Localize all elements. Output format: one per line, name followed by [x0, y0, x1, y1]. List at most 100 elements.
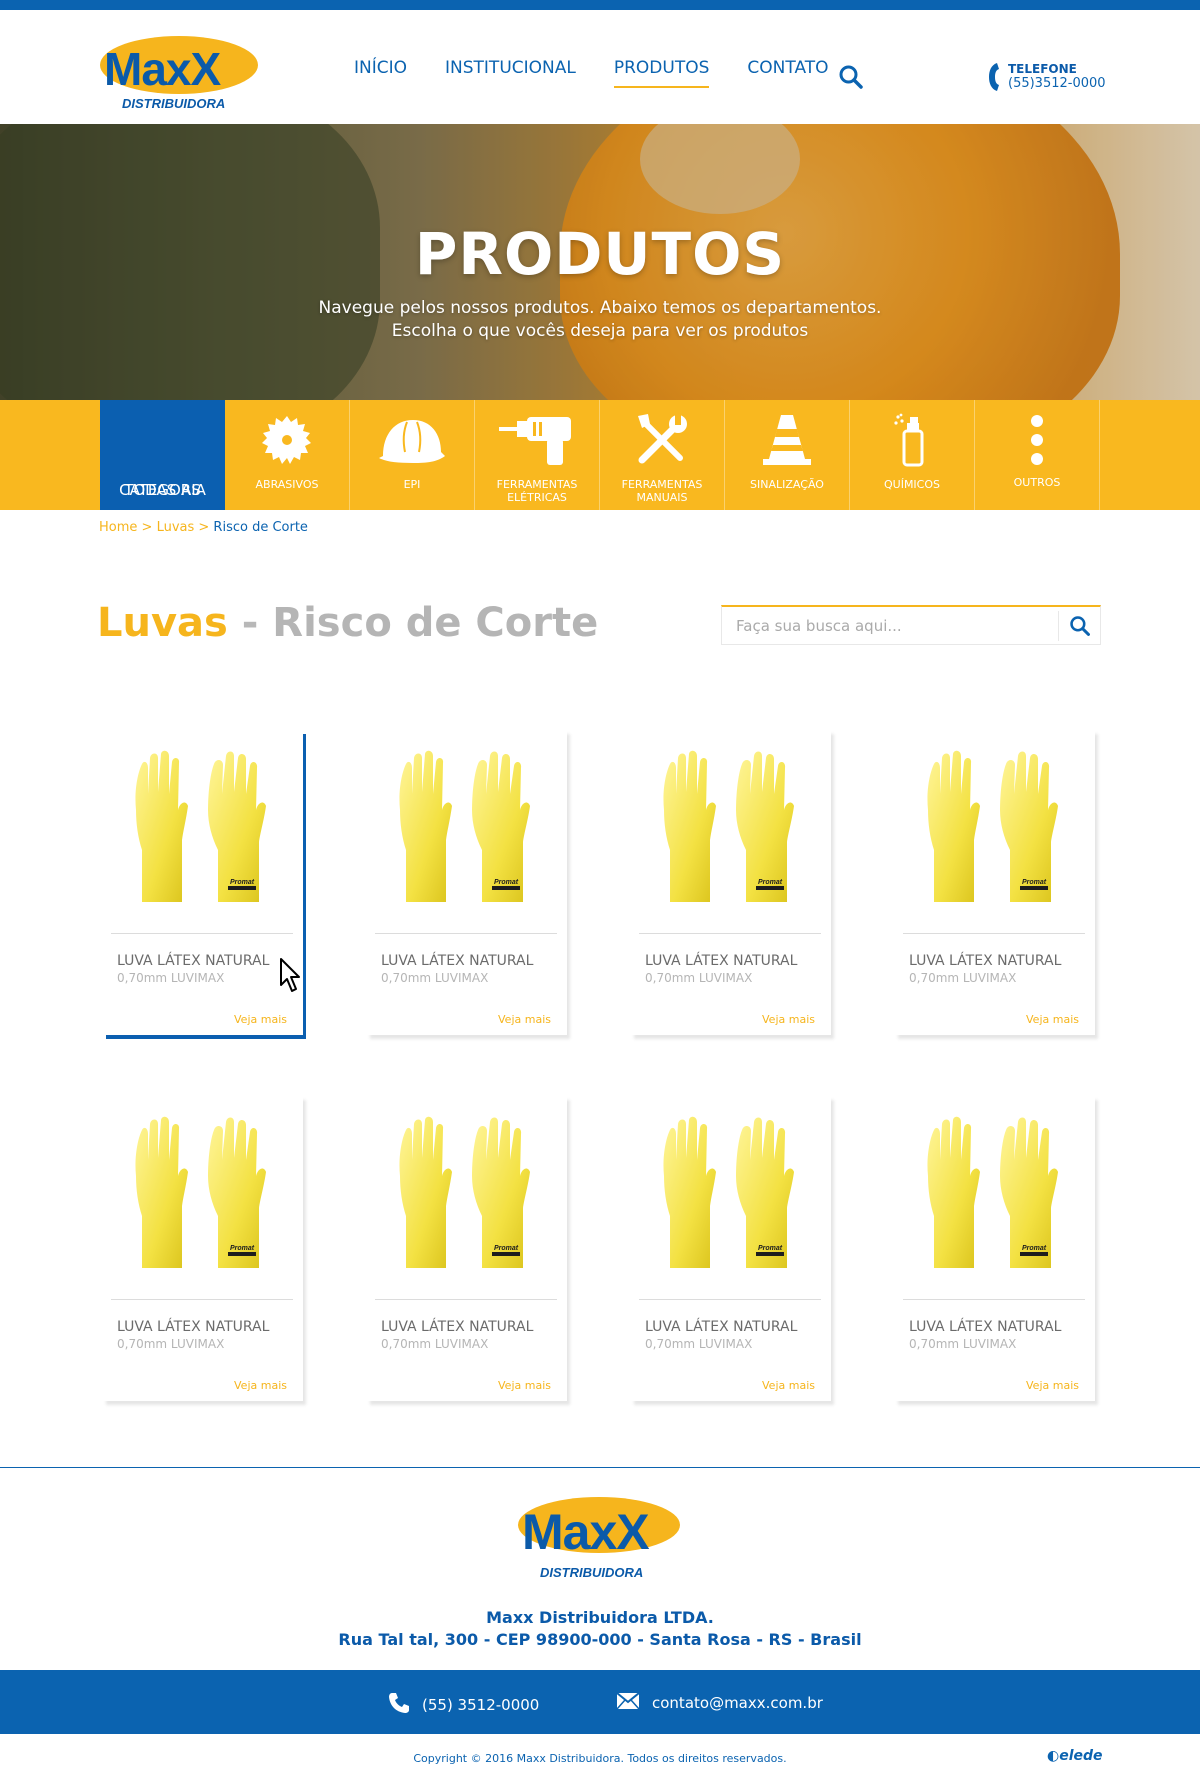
- product-image[interactable]: Promat: [392, 750, 537, 908]
- product-spec: 0,70mm LUVIMAX: [645, 971, 753, 985]
- footer-phone[interactable]: (55) 3512-0000: [388, 1692, 539, 1718]
- copyright: Copyright © 2016 Maxx Distribuidora. Tod…: [413, 1752, 787, 1765]
- product-image[interactable]: Promat: [392, 1116, 537, 1274]
- nav-item-inicio[interactable]: INÍCIO: [354, 58, 407, 86]
- see-more-link[interactable]: Veja mais: [1026, 1013, 1079, 1026]
- category-sinalizacao[interactable]: SINALIZAÇÃO: [725, 400, 850, 510]
- product-card[interactable]: Promat LUVA LÁTEX NATURAL 0,70mm LUVIMAX V…: [631, 1096, 831, 1401]
- footer-divider: [0, 1467, 1200, 1468]
- footer-email-text: contato@maxx.com.br: [652, 1694, 823, 1712]
- footer-phone-text: (55) 3512-0000: [422, 1696, 540, 1714]
- search-button[interactable]: [1058, 611, 1100, 641]
- logo-subtitle: DISTRIBUIDORA: [540, 1565, 644, 1580]
- category-label: EPI: [403, 478, 421, 491]
- hero-banner: PRODUTOS Navegue pelos nossos produtos. …: [0, 124, 1200, 400]
- phone-label: TELEFONE: [1008, 62, 1077, 76]
- see-more-link[interactable]: Veja mais: [498, 1013, 551, 1026]
- search-input[interactable]: [722, 607, 1058, 645]
- product-card[interactable]: Promat LUVA LÁTEX NATURAL 0,70mm LUVIMAX V…: [103, 1096, 303, 1401]
- product-image[interactable]: Promat: [656, 1116, 801, 1274]
- card-divider: [111, 1299, 293, 1300]
- product-spec: 0,70mm LUVIMAX: [645, 1337, 753, 1351]
- logo-wordmark: MaxX: [522, 1504, 650, 1560]
- product-spec: 0,70mm LUVIMAX: [117, 1337, 225, 1351]
- hero-title: PRODUTOS: [414, 220, 786, 288]
- product-card[interactable]: Promat LUVA LÁTEX NATURAL 0,70mm LUVIMAX V…: [367, 730, 567, 1035]
- helmet-icon: [350, 412, 474, 468]
- product-spec: 0,70mm LUVIMAX: [117, 971, 225, 985]
- elede-logo-icon: ◐: [1047, 1748, 1060, 1764]
- product-card[interactable]: Promat LUVA LÁTEX NATURAL 0,70mm LUVIMAX V…: [103, 730, 303, 1035]
- category-bar: TODAS AS CATEGORIA ABRASIVOS EPI FERRAME…: [0, 400, 1200, 510]
- product-card[interactable]: Promat LUVA LÁTEX NATURAL 0,70mm LUVIMAX V…: [895, 1096, 1095, 1401]
- nav-item-institucional[interactable]: INSTITUCIONAL: [445, 58, 576, 86]
- product-spec: 0,70mm LUVIMAX: [909, 971, 1017, 985]
- category-ferramentas-eletricas[interactable]: FERRAMENTAS ELÉTRICAS: [475, 400, 600, 510]
- category-label: FERRAMENTAS ELÉTRICAS: [496, 478, 578, 504]
- product-spec: 0,70mm LUVIMAX: [381, 971, 489, 985]
- see-more-link[interactable]: Veja mais: [234, 1013, 287, 1026]
- breadcrumb: Home > Luvas > Risco de Corte: [99, 520, 308, 535]
- cone-icon: [725, 412, 849, 468]
- logo-subtitle: DISTRIBUIDORA: [122, 96, 226, 111]
- footer-email[interactable]: contato@maxx.com.br: [616, 1692, 823, 1714]
- see-more-link[interactable]: Veja mais: [762, 1379, 815, 1392]
- category-label: SINALIZAÇÃO: [750, 478, 824, 491]
- card-divider: [639, 933, 821, 934]
- nav-item-produtos[interactable]: PRODUTOS: [613, 58, 709, 88]
- product-brand-mark: Promat: [758, 1245, 783, 1252]
- product-image[interactable]: Promat: [128, 750, 273, 908]
- product-image[interactable]: Promat: [656, 750, 801, 908]
- more-icon: [975, 412, 1099, 468]
- card-divider: [903, 933, 1085, 934]
- product-card[interactable]: Promat LUVA LÁTEX NATURAL 0,70mm LUVIMAX V…: [367, 1096, 567, 1401]
- product-name: LUVA LÁTEX NATURAL: [117, 953, 270, 969]
- product-brand-mark: Promat: [230, 1245, 255, 1252]
- footer-address: Rua Tal tal, 300 - CEP 98900-000 - Santa…: [338, 1630, 862, 1649]
- see-more-link[interactable]: Veja mais: [234, 1379, 287, 1392]
- developer-credit[interactable]: ◐elede: [1047, 1748, 1103, 1764]
- product-card[interactable]: Promat LUVA LÁTEX NATURAL 0,70mm LUVIMAX V…: [895, 730, 1095, 1035]
- saw-blade-icon: [225, 412, 349, 468]
- see-more-link[interactable]: Veja mais: [498, 1379, 551, 1392]
- product-name: LUVA LÁTEX NATURAL: [381, 1319, 534, 1335]
- phone-number: (55)3512-0000: [1008, 76, 1106, 91]
- card-divider: [639, 1299, 821, 1300]
- breadcrumb-home[interactable]: Home: [99, 520, 137, 535]
- breadcrumb-current: Risco de Corte: [213, 520, 308, 535]
- product-spec: 0,70mm LUVIMAX: [909, 1337, 1017, 1351]
- card-divider: [375, 1299, 557, 1300]
- category-abrasivos[interactable]: ABRASIVOS: [225, 400, 350, 510]
- product-brand-mark: Promat: [1022, 879, 1047, 886]
- category-label: OUTROS: [1013, 476, 1061, 489]
- page-title-category: Luvas: [97, 600, 228, 646]
- product-name: LUVA LÁTEX NATURAL: [645, 1319, 798, 1335]
- product-brand-mark: Promat: [1022, 1245, 1047, 1252]
- product-card[interactable]: Promat LUVA LÁTEX NATURAL 0,70mm LUVIMAX V…: [631, 730, 831, 1035]
- category-epi[interactable]: EPI: [350, 400, 475, 510]
- tools-icon: [600, 412, 724, 468]
- category-ferramentas-manuais[interactable]: FERRAMENTAS MANUAIS: [600, 400, 725, 510]
- brand-logo[interactable]: MaxX DISTRIBUIDORA: [100, 26, 260, 122]
- header-search-icon[interactable]: [838, 64, 864, 90]
- product-image[interactable]: Promat: [920, 750, 1065, 908]
- product-name: LUVA LÁTEX NATURAL: [909, 953, 1062, 969]
- category-all[interactable]: TODAS AS CATEGORIA: [100, 400, 225, 510]
- hero-subtitle-line1: Navegue pelos nossos produtos. Abaixo te…: [318, 298, 882, 318]
- see-more-link[interactable]: Veja mais: [762, 1013, 815, 1026]
- breadcrumb-luvas[interactable]: Luvas: [157, 520, 195, 535]
- nav-item-contato[interactable]: CONTATO: [747, 58, 828, 86]
- category-quimicos[interactable]: QUÍMICOS: [850, 400, 975, 510]
- product-image[interactable]: Promat: [920, 1116, 1065, 1274]
- mail-icon: [616, 1692, 640, 1714]
- card-divider: [903, 1299, 1085, 1300]
- product-image[interactable]: Promat: [128, 1116, 273, 1274]
- phone-icon: [388, 1692, 410, 1718]
- see-more-link[interactable]: Veja mais: [1026, 1379, 1079, 1392]
- category-all-line2: CATEGORIA: [119, 481, 206, 499]
- main-nav: INÍCIO INSTITUCIONAL PRODUTOS CONTATO: [354, 58, 829, 88]
- category-label: QUÍMICOS: [883, 478, 940, 491]
- hero-subtitle-line2: Escolha o que vocês deseja para ver os p…: [391, 321, 809, 341]
- spray-icon: [850, 412, 974, 468]
- category-outros[interactable]: OUTROS: [975, 400, 1100, 510]
